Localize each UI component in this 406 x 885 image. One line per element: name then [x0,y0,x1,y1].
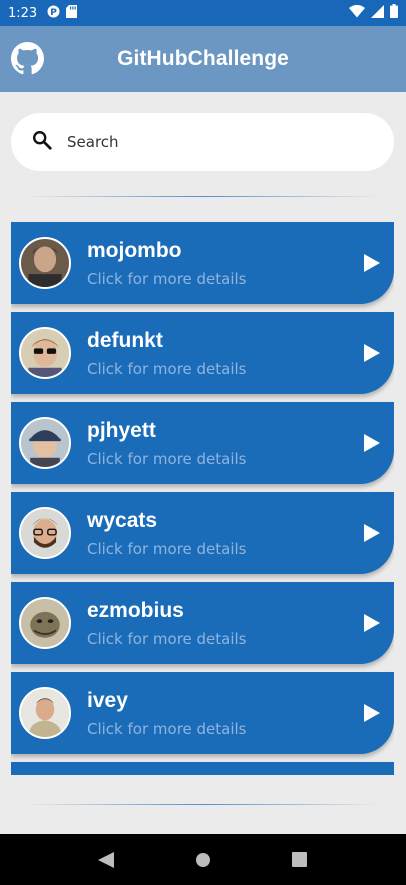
user-subtitle: Click for more details [87,270,247,288]
user-subtitle: Click for more details [87,630,247,648]
user-card-ivey[interactable]: ivey Click for more details [11,672,394,754]
play-arrow-icon [364,524,380,542]
user-subtitle: Click for more details [87,360,247,378]
avatar [19,417,71,469]
search-input[interactable] [67,133,367,151]
user-card-mojombo[interactable]: mojombo Click for more details [11,222,394,304]
system-nav-bar [0,834,406,885]
user-subtitle: Click for more details [87,720,247,738]
recents-icon[interactable] [290,850,310,870]
user-login: defunkt [87,329,163,352]
user-login: ezmobius [87,599,184,622]
user-card-ezmobius[interactable]: ezmobius Click for more details [11,582,394,664]
avatar [19,597,71,649]
play-arrow-icon [364,344,380,362]
play-arrow-icon [364,254,380,272]
page-title: GitHubChallenge [117,47,289,70]
signal-icon [371,4,384,22]
user-subtitle: Click for more details [87,540,247,558]
user-card-pjhyett[interactable]: pjhyett Click for more details [11,402,394,484]
play-arrow-icon [364,614,380,632]
avatar [19,327,71,379]
battery-icon [390,4,398,22]
github-icon [11,42,44,75]
user-card-defunkt[interactable]: defunkt Click for more details [11,312,394,394]
back-icon[interactable] [96,850,116,870]
sd-card-icon [66,4,78,22]
status-right-icons [349,4,398,22]
user-card-partial[interactable] [11,762,394,775]
avatar [19,687,71,739]
wifi-icon [349,4,365,22]
status-time: 1:23 [8,5,38,21]
home-icon[interactable] [193,850,213,870]
avatar [19,237,71,289]
user-card-wycats[interactable]: wycats Click for more details [11,492,394,574]
search-icon [31,129,53,156]
user-login: mojombo [87,239,182,262]
search-bar[interactable] [11,113,394,171]
user-login: ivey [87,689,128,712]
user-list[interactable]: mojombo Click for more details defunkt C… [11,222,394,775]
app-bar: GitHubChallenge [0,26,406,92]
status-bar: 1:23 P [0,0,406,26]
divider-bottom [24,804,382,805]
app-screen: 1:23 P GitHubChallenge Search mojombo Cl… [0,0,406,885]
divider-top [24,196,382,197]
avatar [19,507,71,559]
svg-text:P: P [50,8,57,18]
user-login: wycats [87,509,158,532]
user-login: pjhyett [87,419,156,442]
user-subtitle: Click for more details [87,450,247,468]
play-arrow-icon [364,434,380,452]
p-icon: P [47,5,60,22]
play-arrow-icon [364,704,380,722]
